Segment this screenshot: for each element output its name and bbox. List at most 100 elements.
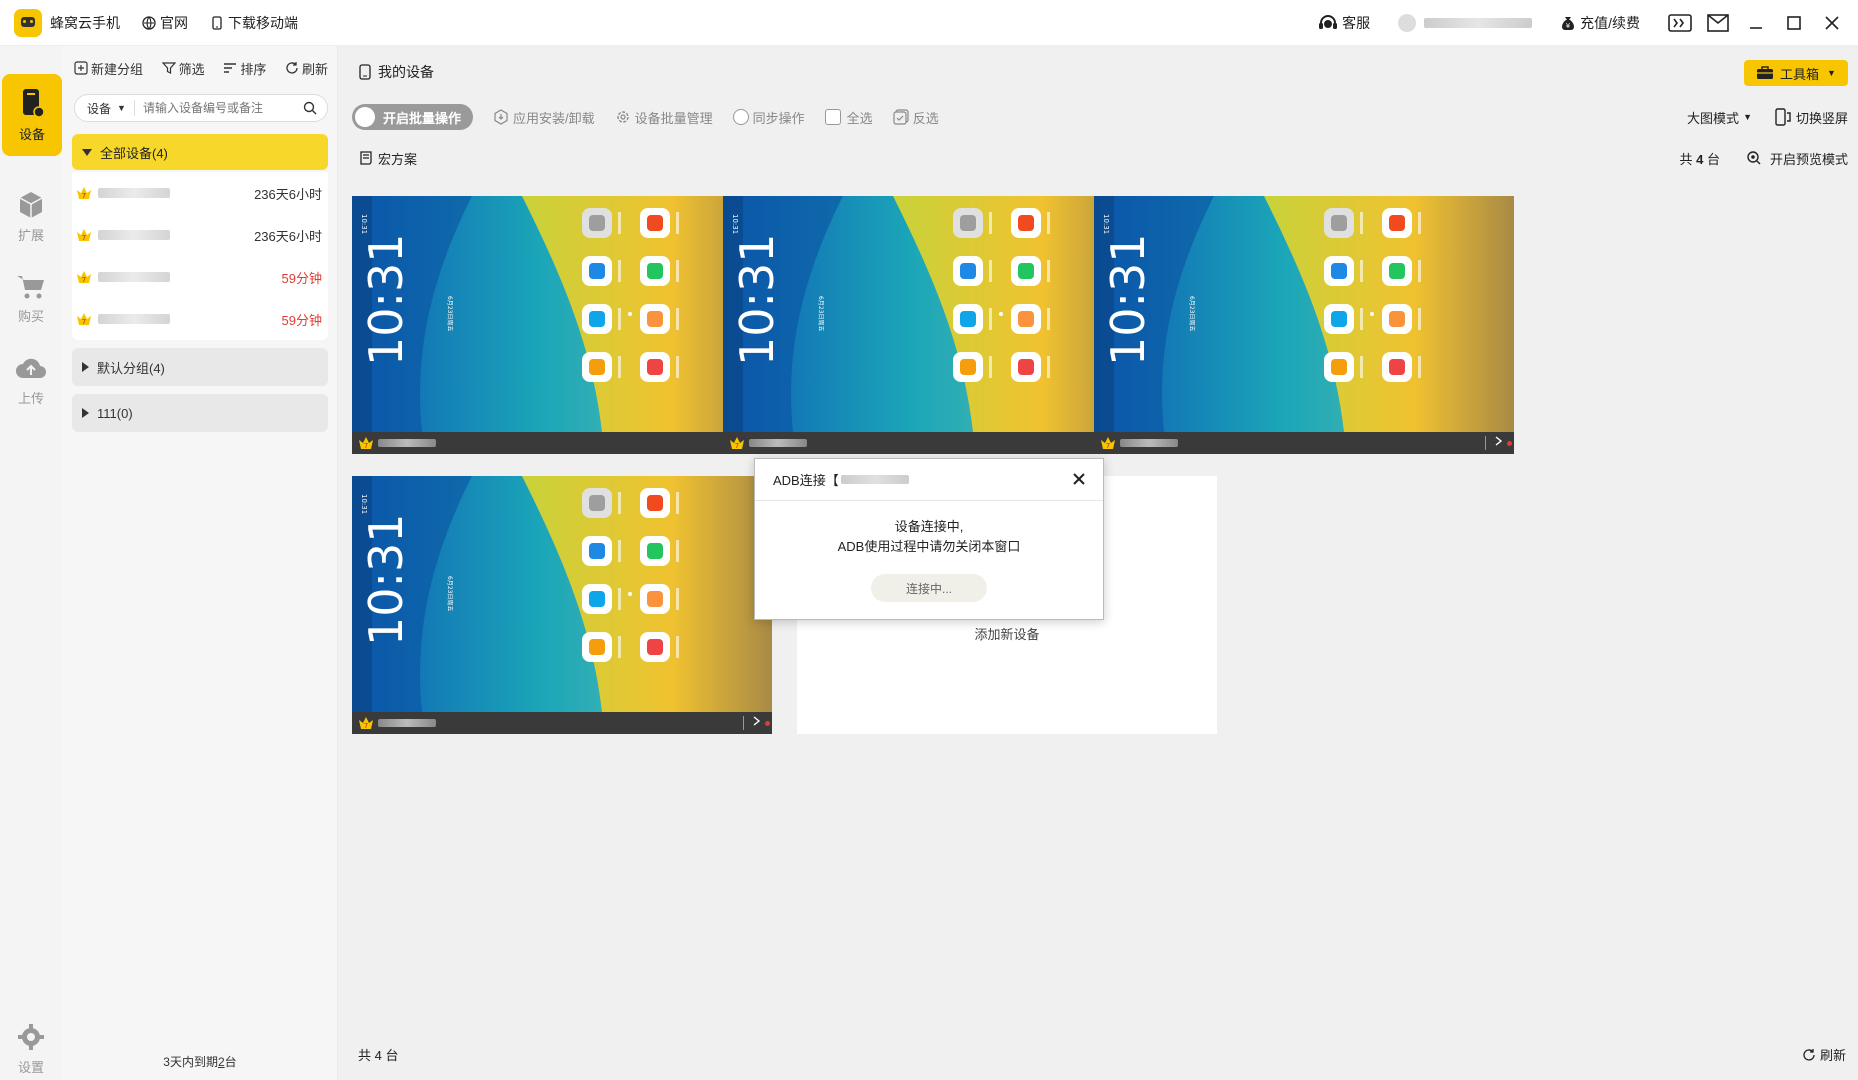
chevron-right-icon[interactable]: [752, 716, 762, 726]
caret-right-icon: [82, 362, 89, 372]
app-glyph: [1331, 359, 1347, 375]
search-type-select[interactable]: 设备 ▼: [75, 100, 135, 116]
download-mobile-link[interactable]: 下载移动端: [210, 13, 298, 33]
close-icon[interactable]: [1071, 471, 1087, 487]
app-label: [676, 356, 679, 378]
recharge-button[interactable]: ¥ 充值/续费: [1560, 13, 1640, 33]
divider: [1485, 436, 1486, 450]
device-list-item[interactable]: 7 236天6小时: [72, 214, 328, 256]
device-card[interactable]: 10:31 10:31 6月23日周五 7: [352, 476, 772, 734]
app-glyph: [589, 591, 605, 607]
user-account[interactable]: [1398, 14, 1533, 32]
sort-icon: [224, 63, 237, 73]
new-group-button[interactable]: 新建分组: [74, 59, 143, 78]
dialog-header: ADB连接【: [755, 459, 1103, 501]
chevron-right-icon[interactable]: [1494, 436, 1504, 446]
filter-button[interactable]: 筛选: [161, 59, 205, 78]
nav-upload[interactable]: 上传: [0, 340, 62, 422]
preview-mode-button[interactable]: 开启预览模式: [1746, 149, 1848, 168]
dialog-message: 设备连接中, ADB使用过程中请勿关闭本窗口: [837, 519, 1021, 554]
crown-icon: 7: [77, 271, 91, 284]
batch-operation-toggle[interactable]: 开启批量操作: [352, 104, 474, 130]
ticket-icon[interactable]: [1668, 11, 1692, 35]
toggle-knob: [355, 107, 375, 127]
toolbox-button[interactable]: 工具箱 ▼: [1744, 60, 1848, 86]
page-indicator: [628, 312, 632, 316]
device-card[interactable]: 10:31 10:31 6月23日周五 7: [723, 196, 1143, 454]
device-card[interactable]: 10:31 10:31 6月23日周五 7: [352, 196, 772, 454]
view-mode-select[interactable]: 大图模式 ▼: [1687, 108, 1752, 127]
device-list-item[interactable]: 7 59分钟: [72, 256, 328, 298]
app-label: [989, 356, 992, 378]
globe-icon: [142, 15, 156, 30]
mail-icon[interactable]: [1706, 11, 1730, 35]
switch-portrait-button[interactable]: 切换竖屏: [1774, 108, 1848, 127]
preview-icon: [1747, 151, 1761, 165]
svg-text:6月23日周五: 6月23日周五: [446, 296, 453, 331]
device-list-item[interactable]: 7 236天6小时: [72, 172, 328, 214]
nav-settings[interactable]: 设置: [0, 1008, 62, 1080]
invert-select-icon: [893, 109, 909, 125]
search-icon[interactable]: [303, 101, 317, 115]
svg-text:10:31: 10:31: [730, 233, 784, 366]
maximize-button[interactable]: [1782, 11, 1806, 35]
refresh-groups-button[interactable]: 刷新: [285, 59, 328, 78]
device-screen[interactable]: 10:31 10:31 6月23日周五: [723, 196, 1143, 432]
device-card[interactable]: 10:31 10:31 6月23日周五 7: [1094, 196, 1514, 454]
minimize-button[interactable]: [1744, 11, 1768, 35]
device-screen[interactable]: 10:31 10:31 6月23日周五: [352, 196, 772, 432]
app-glyph: [1389, 215, 1405, 231]
svg-text:7: 7: [364, 722, 368, 730]
invert-selection-button[interactable]: 反选: [893, 108, 939, 127]
app-glyph: [1389, 359, 1405, 375]
search-input[interactable]: [142, 101, 293, 115]
refresh-button[interactable]: 刷新: [1802, 1045, 1846, 1064]
svg-text:7: 7: [1106, 442, 1110, 450]
nav-extend[interactable]: 扩展: [0, 176, 62, 258]
toolbox-icon: [1757, 66, 1774, 79]
app-glyph: [647, 215, 663, 231]
device-list-item[interactable]: 7 59分钟: [72, 298, 328, 340]
device-card-bar: 7: [352, 712, 772, 734]
scroll-icon: [360, 151, 372, 165]
group-111[interactable]: 111(0): [72, 394, 328, 432]
app-glyph: [1331, 215, 1347, 231]
phone-outline-icon: [359, 64, 371, 80]
radio-button: [732, 109, 749, 125]
nav-buy[interactable]: 购买: [0, 258, 62, 340]
app-logo: [14, 8, 42, 37]
device-count: 共 4 台: [1679, 151, 1720, 167]
app-glyph: [960, 311, 976, 327]
svg-text:7: 7: [82, 276, 86, 284]
username-blurred: [1424, 18, 1533, 28]
caret-right-icon: [82, 408, 89, 418]
group-default[interactable]: 默认分组(4): [72, 348, 328, 386]
svg-text:10:31: 10:31: [359, 513, 413, 646]
device-batch-manage-button[interactable]: 设备批量管理: [615, 108, 713, 127]
select-all-checkbox[interactable]: 全选: [824, 108, 873, 127]
app-glyph: [589, 359, 605, 375]
close-window-button[interactable]: [1820, 11, 1844, 35]
app-label: [1360, 260, 1363, 282]
official-site-link[interactable]: 官网: [142, 13, 188, 33]
crown-icon: 7: [1101, 437, 1115, 450]
app-glyph: [647, 543, 663, 559]
nav-devices[interactable]: 设备: [2, 74, 62, 156]
device-screen[interactable]: 10:31 10:31 6月23日周五: [352, 476, 772, 712]
app-install-button[interactable]: 应用安装/卸载: [493, 108, 595, 127]
rotate-screen-icon: [1775, 108, 1791, 126]
svg-text:7: 7: [364, 442, 368, 450]
device-screen[interactable]: 10:31 10:31 6月23日周五: [1094, 196, 1514, 432]
group-all-devices[interactable]: 全部设备(4): [72, 134, 328, 170]
svg-text:10:31: 10:31: [731, 214, 739, 234]
app-glyph: [589, 311, 605, 327]
device-list: 7 236天6小时 7 236天6小时 7 59分钟 7 59分钟: [72, 172, 328, 340]
svg-text:10:31: 10:31: [1102, 214, 1110, 234]
macro-scheme-button[interactable]: 宏方案: [358, 149, 417, 168]
svg-text:7: 7: [82, 318, 86, 326]
sort-button[interactable]: 排序: [223, 59, 266, 78]
customer-service-button[interactable]: 客服: [1318, 13, 1370, 33]
connecting-button[interactable]: 连接中...: [871, 574, 987, 602]
checkbox: [824, 109, 841, 125]
sync-operation-radio[interactable]: 同步操作: [732, 108, 805, 127]
